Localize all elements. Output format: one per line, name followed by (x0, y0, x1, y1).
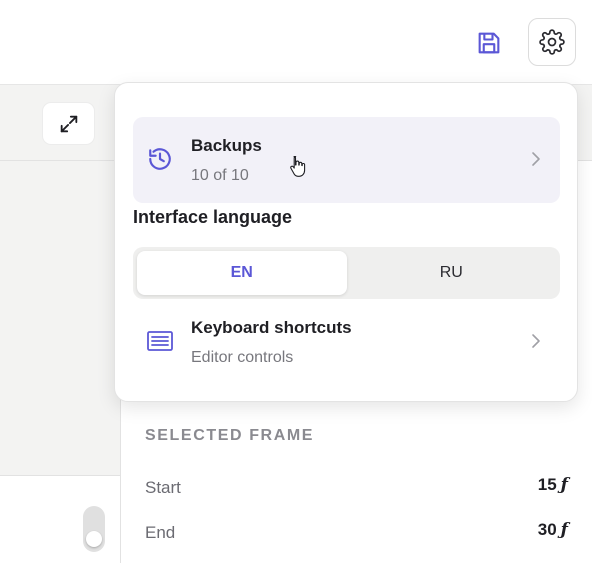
language-option-en[interactable]: EN (137, 251, 347, 295)
keyboard-shortcuts-menu-item[interactable]: Keyboard shortcuts Editor controls (133, 299, 560, 385)
keyboard-shortcuts-title: Keyboard shortcuts (191, 318, 352, 337)
divider (0, 160, 120, 161)
keyboard-icon (145, 326, 175, 356)
language-segmented-control: EN RU (133, 247, 560, 299)
save-button[interactable] (470, 24, 508, 62)
expand-icon (60, 115, 77, 132)
chevron-right-icon (530, 151, 542, 172)
settings-button[interactable] (528, 18, 576, 66)
hand-cursor-icon (289, 155, 307, 182)
toggle-knob (86, 531, 102, 547)
selected-frame-title: SELECTED FRAME (145, 427, 315, 444)
backups-count: 10 of 10 (191, 167, 249, 184)
vertical-toggle[interactable] (83, 506, 105, 552)
end-label: End (145, 523, 176, 542)
backups-menu-item[interactable]: Backups 10 of 10 (133, 117, 560, 203)
expand-button[interactable] (43, 103, 94, 144)
language-option-ru[interactable]: RU (347, 251, 557, 295)
chevron-right-icon (530, 333, 542, 354)
gear-icon (539, 29, 565, 55)
save-icon (478, 32, 500, 54)
interface-language-heading: Interface language (133, 207, 293, 227)
left-panel (0, 85, 121, 564)
start-value: 15 ƒ (537, 475, 568, 495)
top-toolbar (0, 0, 592, 85)
settings-popover: Backups 10 of 10 Interface language EN R… (114, 82, 578, 402)
start-label: Start (145, 478, 181, 497)
keyboard-shortcuts-subtitle: Editor controls (191, 349, 294, 366)
history-icon (145, 144, 175, 174)
end-value: 30 ƒ (537, 520, 568, 540)
backups-title: Backups (191, 136, 262, 155)
